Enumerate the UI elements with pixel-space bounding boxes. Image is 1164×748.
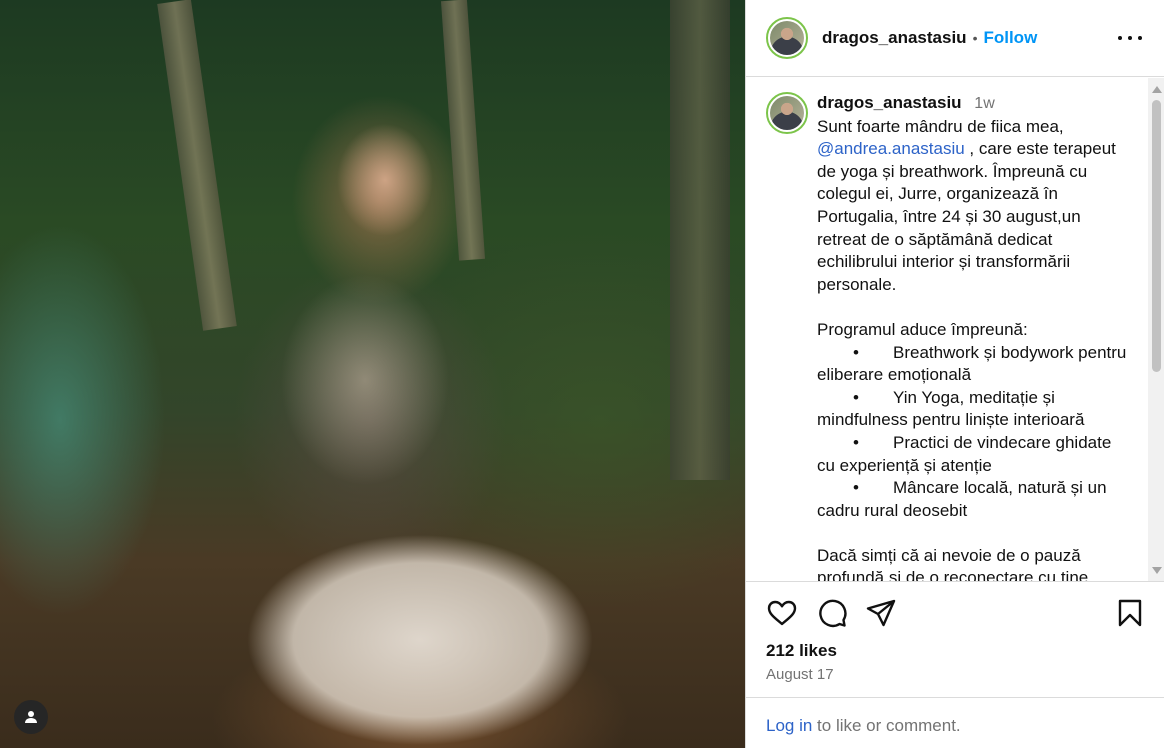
program-heading: Programul aduce împreună: [817,319,1028,339]
login-prompt: Log in to like or comment. [766,716,961,736]
caption-username[interactable]: dragos_anastasiu [817,93,962,112]
caption-intro-line: Sunt foarte mândru de fiica mea, [817,116,1064,136]
caption-text: dragos_anastasiu 1w Sunt foarte mândru d… [817,92,1127,582]
mention-link[interactable]: @andrea.anastasiu [817,139,965,158]
tagged-users-button[interactable] [14,700,48,734]
heart-icon[interactable] [766,597,798,629]
header-username[interactable]: dragos_anastasiu [822,28,967,48]
caption: dragos_anastasiu 1w Sunt foarte mândru d… [766,92,1141,582]
login-rest-text: to like or comment. [812,716,961,735]
likes-count[interactable]: 212 likes [766,641,837,661]
caption-time[interactable]: 1w [974,95,994,112]
post-photo [0,0,745,748]
user-icon [25,711,37,723]
post-date[interactable]: August 17 [766,666,834,683]
list-item: • Breathwork și bodywork pentru eliberare… [817,342,1127,385]
caption-intro-rest: , care este terapeut de yoga și breathwo… [817,139,1116,294]
caption-closing: Dacă simți că ai nevoie de o pauză profu… [817,545,1089,582]
login-link[interactable]: Log in [766,716,812,735]
scrollbar-thumb[interactable] [1152,100,1161,372]
list-item: • Mâncare locală, natură și un cadru rura… [817,478,1107,520]
login-bar: Log in to like or comment. [746,697,1164,748]
scroll-down-icon[interactable] [1152,567,1162,574]
tree-trunk [670,0,730,480]
tree-trunk [440,0,486,261]
tree-trunk [157,0,237,331]
list-item: • Yin Yoga, meditație și mindfulness pent… [817,387,1085,430]
post-details-panel: dragos_anastasiu • Follow dragos_anastas… [745,0,1164,748]
more-options-icon[interactable] [1118,28,1142,48]
avatar[interactable] [766,17,808,59]
follow-button[interactable]: Follow [983,28,1037,48]
bookmark-icon[interactable] [1114,597,1146,629]
caption-intro-para: @andrea.anastasiu , care este terapeut d… [817,138,1127,296]
share-icon[interactable] [865,597,897,629]
comments-section[interactable]: dragos_anastasiu 1w Sunt foarte mândru d… [746,78,1164,582]
separator-dot: • [972,30,978,46]
comment-icon[interactable] [816,597,848,629]
scrollbar[interactable] [1148,78,1164,581]
caption-avatar[interactable] [766,92,808,134]
scroll-up-icon[interactable] [1152,86,1162,93]
list-item: • Practici de vindecare ghidate cu experi… [817,432,1112,475]
action-bar [766,597,1146,629]
post-header: dragos_anastasiu • Follow [746,0,1164,77]
